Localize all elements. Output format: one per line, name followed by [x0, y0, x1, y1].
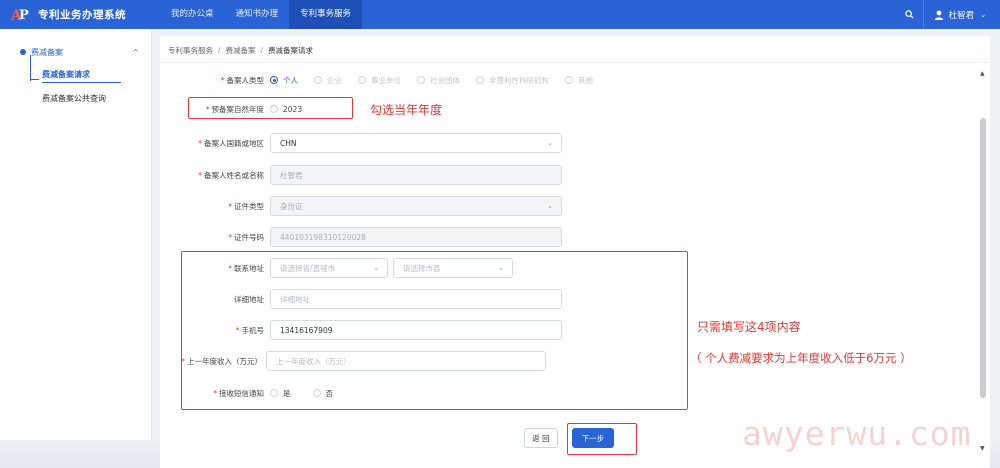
- annotation-box-fields: [181, 251, 688, 410]
- scrollbar-thumb[interactable]: [980, 118, 986, 398]
- sidebar-item-fee-reduction-request[interactable]: 费减备案请求: [0, 55, 151, 87]
- id-type-label: 证件类型: [234, 201, 264, 211]
- scrollbar[interactable]: ▲ ▼: [978, 68, 988, 452]
- name-label: 备案人姓名或名称: [204, 170, 264, 180]
- name-field: 杜智君: [270, 165, 562, 185]
- annotation-income-note: （ 个人费减要求为上年度收入低于6万元 ）: [690, 351, 912, 365]
- search-icon[interactable]: [896, 0, 924, 29]
- sidebar-item-public-query[interactable]: 费减备案公共查询: [0, 87, 151, 111]
- nationality-row: * 备案人国籍或地区 CHN ⌄: [160, 133, 562, 153]
- chevron-down-icon: ⌄: [980, 10, 986, 19]
- nav-patent-service[interactable]: 专利事务服务: [289, 0, 363, 29]
- nationality-select[interactable]: CHN ⌄: [270, 133, 562, 153]
- brand: AP 专利业务办理系统: [0, 6, 160, 24]
- annotation-box-next: [567, 423, 637, 455]
- breadcrumb: 专利事务服务 / 费减备案 / 费减备案请求: [168, 46, 314, 55]
- user-icon: [934, 10, 943, 20]
- radio-individual[interactable]: 个人: [270, 75, 298, 86]
- radio-public-institution[interactable]: 事业单位: [358, 75, 401, 86]
- chevron-down-icon: ⌄: [547, 139, 553, 147]
- applicant-type-row: * 备案人类型 个人 企业 事业单位 社会团体 非营利性科研机构 其他: [220, 75, 593, 86]
- scroll-down-icon[interactable]: ▼: [980, 445, 985, 452]
- watermark: awyerwu.com: [742, 414, 972, 453]
- top-bar: AP 专利业务办理系统 我的办公桌 通知书办理 专利事务服务 杜智君 ⌄: [0, 0, 1000, 29]
- nationality-label: 备案人国籍或地区: [204, 138, 264, 148]
- sidebar-group-fee-reduction[interactable]: 费减备案 ^: [0, 41, 151, 63]
- brand-title: 专利业务办理系统: [38, 9, 126, 21]
- group-dot-icon: [20, 49, 26, 55]
- applicant-type-label: 备案人类型: [226, 75, 265, 85]
- scroll-up-icon[interactable]: ▲: [980, 70, 985, 77]
- annotation-year-note: 勾选当年年度: [370, 103, 443, 117]
- user-name: 杜智君: [948, 10, 975, 21]
- id-type-row: * 证件类型 身份证 ⌄: [160, 196, 562, 216]
- sidebar-item-label: 费减备案公共查询: [42, 94, 106, 103]
- radio-social-group[interactable]: 社会团体: [417, 75, 460, 86]
- annotation-fill-note: 只需填写这4项内容: [697, 320, 801, 334]
- sidebar-item-label: 费减备案请求: [42, 70, 90, 79]
- breadcrumb-patent-service[interactable]: 专利事务服务: [168, 46, 213, 55]
- id-type-select: 身份证 ⌄: [270, 196, 562, 216]
- radio-nonprofit-research[interactable]: 非营利性科研机构: [476, 75, 549, 86]
- nav-notice-handling[interactable]: 通知书办理: [225, 0, 290, 29]
- breadcrumb-fee-reduction[interactable]: 费减备案: [226, 46, 256, 55]
- user-menu[interactable]: 杜智君 ⌄: [924, 9, 1000, 21]
- breadcrumb-current: 费减备案请求: [268, 46, 314, 55]
- sidebar-group-label: 费减备案: [31, 47, 63, 57]
- app-logo: AP: [11, 7, 29, 24]
- id-number-field: 440103198310120028: [270, 227, 562, 247]
- chevron-down-icon: ⌄: [547, 202, 553, 210]
- chevron-up-icon: ^: [132, 47, 139, 57]
- sidebar: 费减备案 ^ 费减备案请求 费减备案公共查询: [0, 29, 152, 468]
- id-number-label: 证件号码: [234, 232, 264, 242]
- nav-my-desk[interactable]: 我的办公桌: [160, 0, 225, 29]
- annotation-box-year: [188, 97, 353, 119]
- radio-enterprise[interactable]: 企业: [314, 75, 342, 86]
- back-button[interactable]: 返 回: [524, 428, 558, 448]
- name-row: * 备案人姓名或名称 杜智君: [160, 165, 562, 185]
- id-number-row: * 证件号码 440103198310120028: [160, 227, 562, 247]
- radio-other[interactable]: 其他: [565, 75, 593, 86]
- top-nav: 我的办公桌 通知书办理 专利事务服务: [160, 0, 363, 29]
